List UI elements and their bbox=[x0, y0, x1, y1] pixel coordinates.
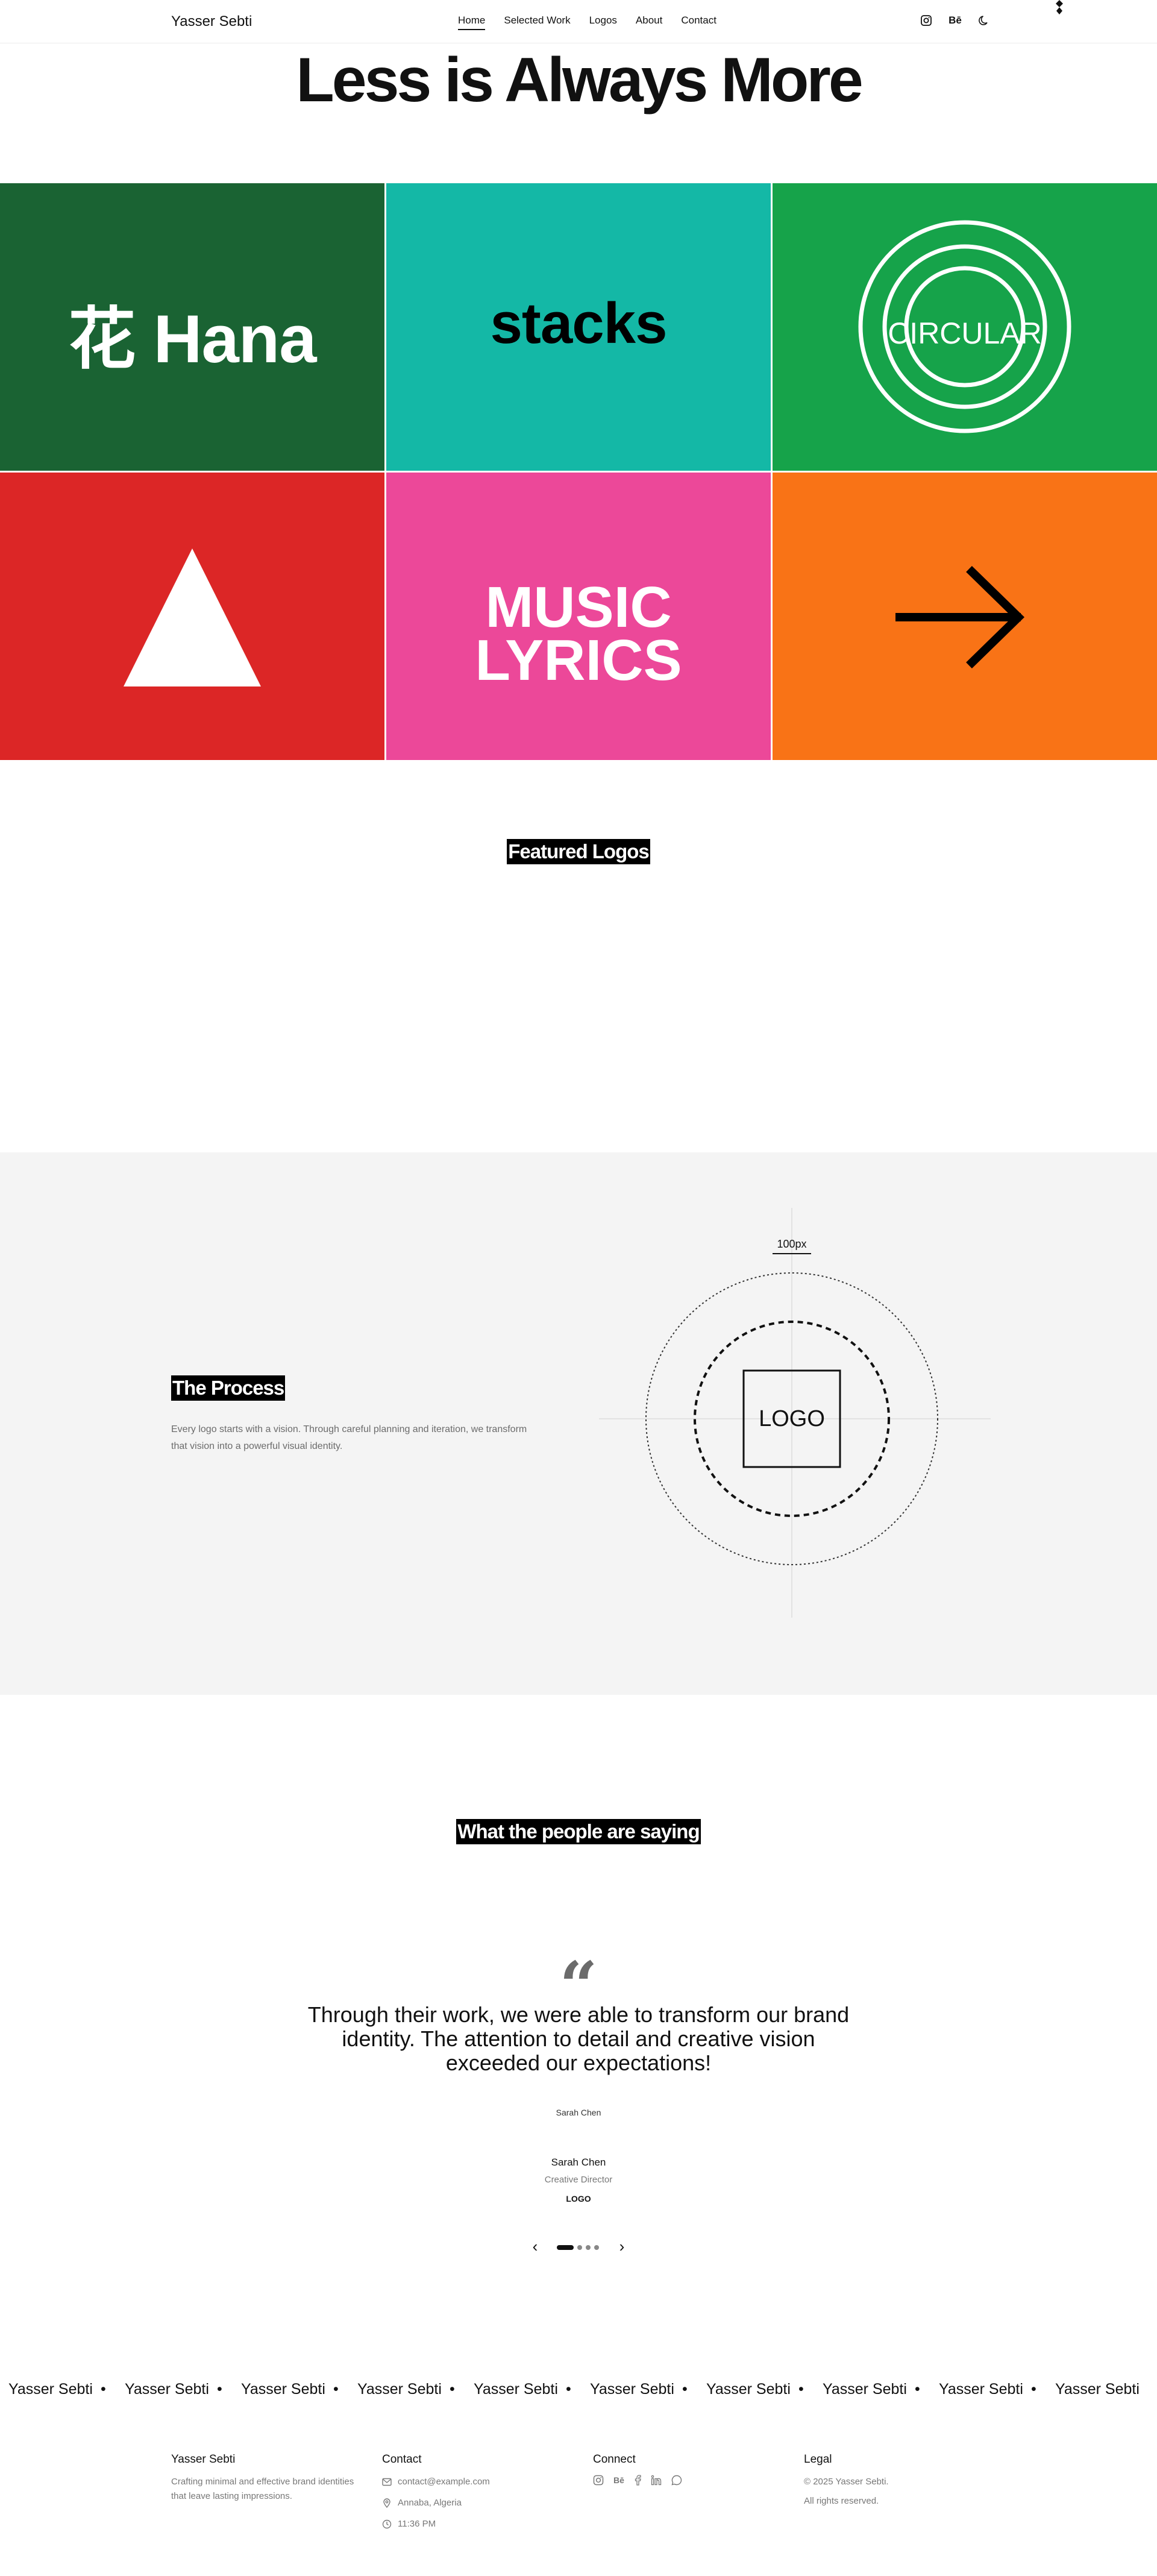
main-nav: Home Selected Work Logos About Contact bbox=[458, 14, 716, 30]
marquee-item: Yasser Sebti bbox=[590, 2381, 674, 2398]
marquee-separator: • bbox=[566, 2381, 571, 2398]
marquee-separator: • bbox=[333, 2381, 339, 2398]
tile-hana-text: 花 Hana bbox=[68, 301, 317, 377]
process-description: Every logo starts with a vision. Through… bbox=[171, 1424, 527, 1451]
linkedin-icon[interactable] bbox=[651, 2475, 662, 2486]
tile-stacks-text: stacks bbox=[490, 291, 668, 356]
footer-time-row: 11:36 PM bbox=[382, 2517, 563, 2531]
footer-brand-title: Yasser Sebti bbox=[171, 2453, 236, 2466]
marquee-item: Yasser Sebti bbox=[241, 2381, 325, 2398]
behance-icon[interactable]: Bē bbox=[948, 13, 962, 28]
diagram-logo-label: LOGO bbox=[759, 1406, 825, 1431]
tile-music-lyrics[interactable]: MUSIC LYRICS bbox=[386, 473, 771, 760]
footer-location: Annaba, Algeria bbox=[398, 2498, 462, 2508]
tile-arrow[interactable] bbox=[773, 473, 1157, 760]
footer-copyright: © 2025 Yasser Sebti. bbox=[804, 2477, 889, 2487]
footer-rights: All rights reserved. bbox=[804, 2496, 879, 2506]
marquee-separator: • bbox=[1031, 2381, 1036, 2398]
footer-brand: Yasser Sebti Crafting minimal and effect… bbox=[171, 2453, 354, 2504]
footer-social-icons: Bē bbox=[593, 2475, 774, 2486]
process-title: The Process bbox=[171, 1375, 286, 1401]
name-marquee: Yasser Sebti • Yasser Sebti • Yasser Seb… bbox=[0, 2375, 1157, 2407]
mail-icon bbox=[382, 2478, 392, 2486]
process-section: The Process Every logo starts with a vis… bbox=[0, 1152, 1157, 1695]
testimonial-quote: Through their work, we were able to tran… bbox=[307, 2002, 850, 2075]
footer-location-row: Annaba, Algeria bbox=[382, 2496, 563, 2510]
tile-circular-text: CIRCULAR bbox=[888, 316, 1042, 350]
logo-grid: 花 Hana stacks CIRCULAR MUSIC LYRICS bbox=[0, 183, 1157, 762]
footer-time: 11:36 PM bbox=[398, 2519, 436, 2529]
footer-email-row[interactable]: contact@example.com bbox=[382, 2475, 563, 2489]
brand-logo-text[interactable]: Yasser Sebti bbox=[171, 13, 252, 30]
moon-icon[interactable] bbox=[977, 13, 991, 28]
footer-contact: Contact contact@example.com Annaba, Alge… bbox=[382, 2453, 563, 2538]
prev-arrow-icon[interactable]: ‹ bbox=[528, 2238, 542, 2255]
marquee-separator: • bbox=[915, 2381, 920, 2398]
nav-home[interactable]: Home bbox=[458, 14, 486, 30]
slider-dot[interactable] bbox=[577, 2245, 582, 2250]
marquee-separator: • bbox=[217, 2381, 222, 2398]
site-footer: Yasser Sebti Crafting minimal and effect… bbox=[0, 2453, 1157, 2576]
nav-about[interactable]: About bbox=[636, 14, 662, 30]
tile-music-text: MUSIC bbox=[485, 575, 672, 639]
footer-brand-text: Crafting minimal and effective brand ide… bbox=[171, 2477, 354, 2501]
logo-construction-diagram: 100px LOGO bbox=[599, 1208, 991, 1618]
footer-contact-title: Contact bbox=[382, 2453, 422, 2466]
header-icons: Bē bbox=[919, 13, 991, 28]
footer-legal: Legal © 2025 Yasser Sebti. All rights re… bbox=[804, 2453, 985, 2508]
marquee-item: Yasser Sebti bbox=[939, 2381, 1023, 2398]
featured-logos-section: Featured Logos bbox=[0, 839, 1157, 864]
avatar: Sarah Chen bbox=[556, 2108, 601, 2117]
instagram-icon[interactable] bbox=[593, 2475, 604, 2486]
marquee-separator: • bbox=[798, 2381, 804, 2398]
footer-connect: Connect Bē bbox=[593, 2453, 774, 2486]
arrow-right-icon bbox=[895, 565, 1025, 669]
tile-circular[interactable]: CIRCULAR bbox=[773, 183, 1157, 471]
marquee-item: Yasser Sebti bbox=[125, 2381, 209, 2398]
marquee-item: Yasser Sebti bbox=[1055, 2381, 1140, 2398]
map-pin-icon bbox=[383, 2498, 390, 2508]
marquee-separator: • bbox=[450, 2381, 455, 2398]
marquee-separator: • bbox=[101, 2381, 106, 2398]
whatsapp-icon[interactable] bbox=[671, 2475, 682, 2486]
quote-mark-icon: “ bbox=[559, 1947, 598, 2025]
testimonial-role: Creative Director bbox=[544, 2175, 613, 2185]
triangle-icon bbox=[124, 548, 261, 686]
marquee-item: Yasser Sebti bbox=[474, 2381, 558, 2398]
marquee-item: Yasser Sebti bbox=[706, 2381, 791, 2398]
hero-title: Less is Always More bbox=[296, 45, 864, 115]
tile-hana[interactable]: 花 Hana bbox=[0, 183, 384, 471]
tile-stacks[interactable]: stacks bbox=[386, 183, 771, 471]
behance-icon[interactable]: Bē bbox=[613, 2475, 624, 2485]
cursor-mark-icon bbox=[1056, 0, 1063, 14]
featured-logos-title: Featured Logos bbox=[507, 839, 650, 864]
nav-selected-work[interactable]: Selected Work bbox=[504, 14, 570, 30]
instagram-icon[interactable] bbox=[919, 13, 933, 28]
slider-dot-active[interactable] bbox=[557, 2245, 574, 2250]
testimonial-name: Sarah Chen bbox=[551, 2157, 606, 2168]
footer-legal-title: Legal bbox=[804, 2453, 832, 2466]
nav-logos[interactable]: Logos bbox=[589, 14, 617, 30]
slider-dot[interactable] bbox=[586, 2245, 591, 2250]
marquee-item: Yasser Sebti bbox=[8, 2381, 93, 2398]
marquee-item: Yasser Sebti bbox=[823, 2381, 907, 2398]
tile-lyrics-text: LYRICS bbox=[475, 628, 682, 693]
next-arrow-icon[interactable]: › bbox=[615, 2238, 629, 2255]
tile-triangle[interactable] bbox=[0, 473, 384, 760]
facebook-icon[interactable] bbox=[634, 2475, 641, 2486]
testimonial-company: LOGO bbox=[566, 2194, 591, 2204]
clock-icon bbox=[382, 2519, 392, 2529]
testimonials-section: What the people are saying bbox=[0, 1819, 1157, 1844]
nav-contact[interactable]: Contact bbox=[681, 14, 716, 30]
footer-email[interactable]: contact@example.com bbox=[398, 2475, 490, 2489]
testimonial-slider-controls: ‹ › bbox=[528, 2238, 629, 2257]
slider-dot[interactable] bbox=[594, 2245, 599, 2250]
marquee-item: Yasser Sebti bbox=[357, 2381, 442, 2398]
marquee-separator: • bbox=[682, 2381, 688, 2398]
testimonials-title: What the people are saying bbox=[456, 1819, 701, 1844]
footer-connect-title: Connect bbox=[593, 2453, 636, 2466]
site-header: Yasser Sebti Home Selected Work Logos Ab… bbox=[0, 0, 1157, 43]
dimension-label: 100px bbox=[777, 1238, 806, 1250]
